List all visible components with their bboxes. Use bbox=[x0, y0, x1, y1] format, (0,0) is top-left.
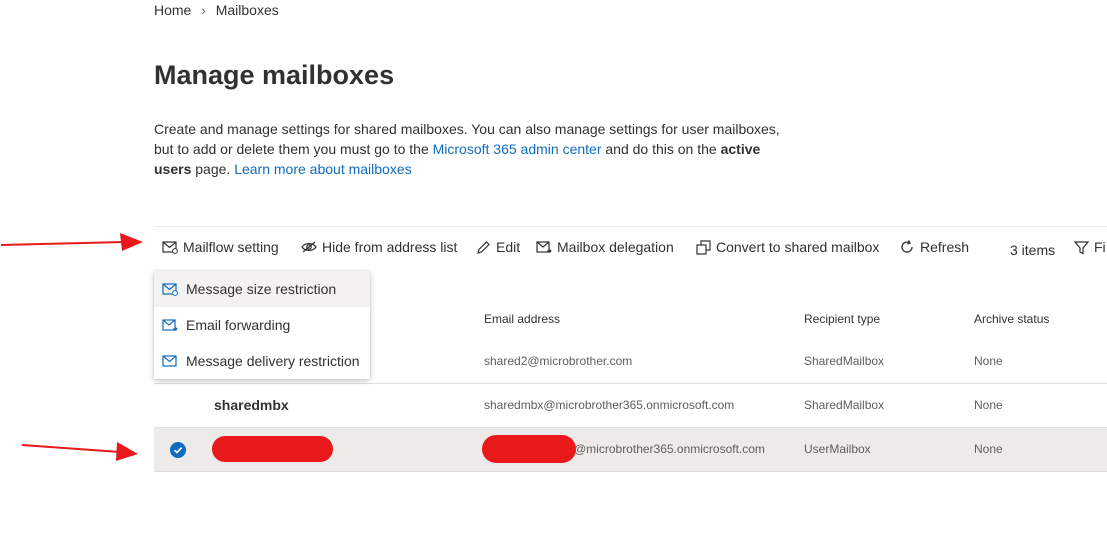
table-row-selected[interactable]: @microbrother365.onmicrosoft.com UserMai… bbox=[154, 428, 1107, 472]
desc-text: page. bbox=[191, 161, 235, 177]
breadcrumb: Home › Mailboxes bbox=[154, 2, 279, 18]
row-recipient-type: UserMailbox bbox=[804, 442, 871, 456]
check-circle-icon[interactable] bbox=[170, 442, 186, 463]
menu-item-message-size-restriction[interactable]: Message size restriction bbox=[154, 271, 370, 307]
annotation-arrow-right bbox=[21, 442, 138, 461]
row-archive-status: None bbox=[974, 354, 1003, 368]
row-archive-status: None bbox=[974, 442, 1003, 456]
filter-label: Fi bbox=[1094, 239, 1106, 255]
convert-icon bbox=[696, 239, 711, 255]
column-header-email[interactable]: Email address bbox=[484, 312, 560, 326]
edit-button[interactable]: Edit bbox=[476, 239, 520, 255]
annotation-arrow-right bbox=[0, 233, 143, 251]
refresh-icon bbox=[901, 240, 913, 253]
hide-label: Hide from address list bbox=[322, 239, 458, 255]
row-recipient-type: SharedMailbox bbox=[804, 354, 885, 368]
column-header-archive-status[interactable]: Archive status bbox=[974, 312, 1049, 326]
row-archive-status: None bbox=[974, 398, 1003, 412]
filter-icon bbox=[1074, 240, 1089, 254]
desc-text: and do this on the bbox=[601, 141, 721, 157]
menu-item-email-forwarding[interactable]: Email forwarding bbox=[154, 307, 370, 343]
mail-delegation-icon bbox=[536, 241, 552, 253]
mailflow-dropdown-menu: Message size restriction Email forwardin… bbox=[154, 271, 370, 379]
menu-item-message-delivery-restriction[interactable]: Message delivery restriction bbox=[154, 343, 370, 379]
chevron-right-icon: › bbox=[201, 2, 206, 18]
convert-label: Convert to shared mailbox bbox=[716, 239, 880, 255]
filter-button[interactable]: Fi bbox=[1074, 239, 1106, 255]
column-header-recipient-type[interactable]: Recipient type bbox=[804, 312, 880, 326]
row-email: shared2@microbrother.com bbox=[484, 354, 633, 368]
learn-more-link[interactable]: Learn more about mailboxes bbox=[234, 161, 411, 177]
row-email: @microbrother365.onmicrosoft.com bbox=[574, 442, 765, 456]
command-bar: Mailflow setting Hide from address list … bbox=[154, 226, 1107, 273]
page-description: Create and manage settings for shared ma… bbox=[154, 119, 794, 179]
mailflow-label: Mailflow setting bbox=[183, 239, 279, 255]
mail-icon bbox=[162, 355, 177, 367]
redaction-mark bbox=[482, 435, 576, 463]
redaction-mark bbox=[212, 436, 333, 462]
mail-settings-icon bbox=[162, 241, 178, 254]
menu-item-label: Email forwarding bbox=[186, 317, 291, 333]
row-email: sharedmbx@microbrother365.onmicrosoft.co… bbox=[484, 398, 735, 412]
admin-center-link[interactable]: Microsoft 365 admin center bbox=[433, 141, 602, 157]
mailbox-delegation-button[interactable]: Mailbox delegation bbox=[536, 239, 674, 255]
mail-settings-icon bbox=[162, 283, 178, 296]
table-row[interactable]: sharedmbx sharedmbx@microbrother365.onmi… bbox=[154, 384, 1107, 428]
hide-from-address-list-button[interactable]: Hide from address list bbox=[301, 239, 457, 255]
row-name: sharedmbx bbox=[214, 397, 289, 413]
convert-to-shared-button[interactable]: Convert to shared mailbox bbox=[696, 239, 879, 255]
refresh-button[interactable]: Refresh bbox=[899, 239, 969, 255]
edit-icon bbox=[477, 240, 490, 254]
hide-icon bbox=[301, 241, 317, 253]
delegation-label: Mailbox delegation bbox=[557, 239, 674, 255]
menu-item-label: Message delivery restriction bbox=[186, 353, 360, 369]
refresh-label: Refresh bbox=[920, 239, 970, 255]
page-title: Manage mailboxes bbox=[154, 60, 395, 90]
breadcrumb-home[interactable]: Home bbox=[154, 2, 191, 18]
mail-forward-icon bbox=[162, 319, 178, 331]
menu-item-label: Message size restriction bbox=[186, 281, 337, 297]
breadcrumb-current: Mailboxes bbox=[215, 2, 279, 18]
mailflow-setting-button[interactable]: Mailflow setting bbox=[162, 239, 279, 255]
row-recipient-type: SharedMailbox bbox=[804, 398, 885, 412]
item-count: 3 items bbox=[1010, 242, 1056, 258]
edit-label: Edit bbox=[496, 239, 521, 255]
